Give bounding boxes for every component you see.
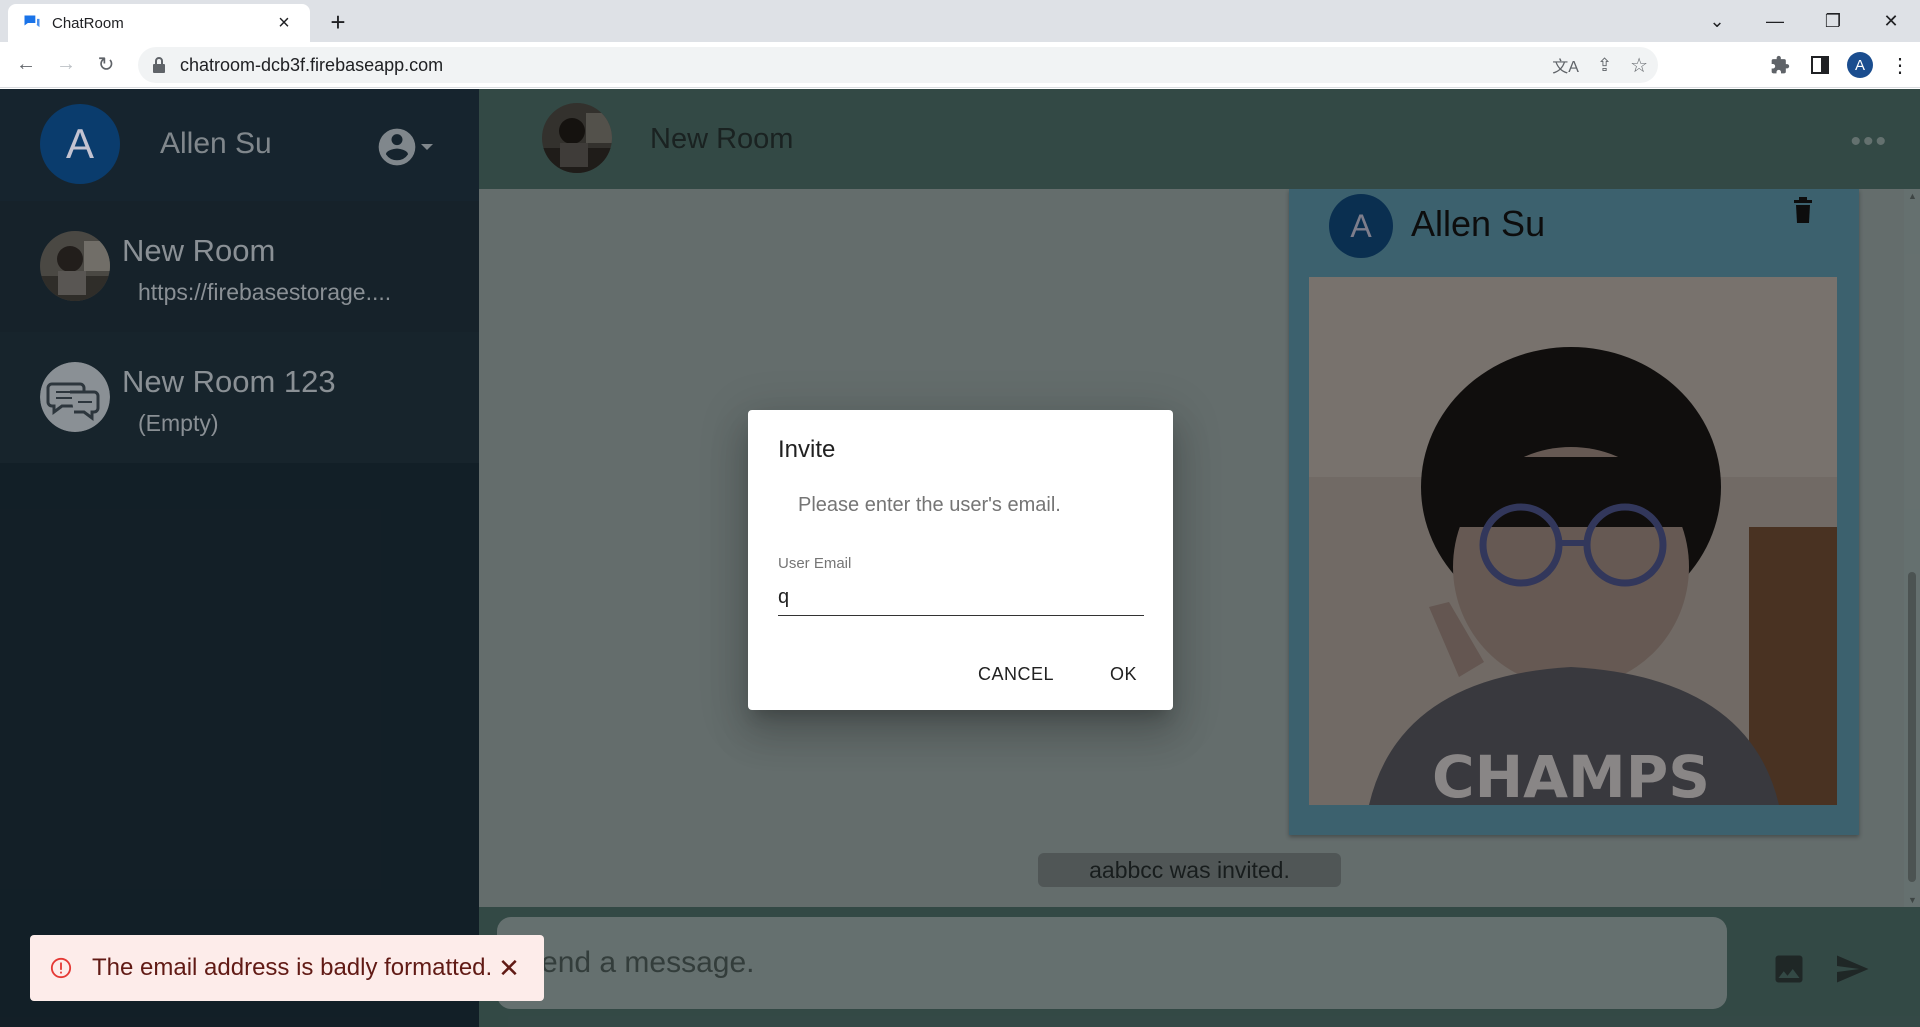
address-bar[interactable]: chatroom-dcb3f.firebaseapp.com 文A ⇪ ☆: [138, 47, 1658, 83]
invite-dialog: Invite Please enter the user's email. Us…: [748, 410, 1173, 710]
bookmark-star-icon[interactable]: ☆: [1630, 53, 1648, 78]
room-item-new-room-123[interactable]: New Room 123 (Empty): [0, 332, 479, 463]
profile-avatar: A: [1847, 52, 1873, 78]
scroll-thumb[interactable]: [1908, 572, 1916, 882]
send-icon[interactable]: [1831, 951, 1873, 987]
sidebar-header: A Allen Su: [0, 89, 479, 201]
tab-close-icon[interactable]: ×: [272, 12, 296, 35]
dialog-description: Please enter the user's email.: [798, 494, 1061, 516]
scroll-down-icon[interactable]: ▼: [1908, 895, 1917, 905]
side-panel-icon[interactable]: [1800, 45, 1840, 85]
message-author-name: Allen Su: [1411, 203, 1546, 244]
browser-menu-icon[interactable]: ⋮: [1880, 45, 1920, 85]
close-window-button[interactable]: ✕: [1862, 0, 1920, 42]
image-upload-icon[interactable]: [1771, 951, 1807, 987]
room-name: New Room: [122, 233, 276, 268]
translate-icon[interactable]: 文A: [1552, 53, 1579, 77]
error-snackbar: The email address is badly formatted. ✕: [30, 935, 544, 1001]
browser-tab-bar: ChatRoom × + ⌄ — ❐ ✕: [0, 0, 1920, 42]
ok-button[interactable]: OK: [1110, 664, 1137, 685]
room-last-message: (Empty): [138, 410, 219, 436]
message-composer: [479, 907, 1920, 1027]
account-circle-icon: [378, 128, 416, 166]
chat-icon: [24, 15, 40, 28]
forward-button[interactable]: →: [46, 45, 86, 85]
message-author-avatar: A: [1329, 194, 1393, 258]
tab-search-icon[interactable]: ⌄: [1688, 0, 1746, 42]
scrollbar[interactable]: ▲ ▼: [1904, 189, 1920, 907]
new-tab-button[interactable]: +: [322, 6, 354, 38]
room-avatar-photo: [40, 231, 110, 301]
message-card: A Allen Su CHAMPS: [1289, 189, 1859, 835]
chat-panel: New Room ••• A Allen Su CHAMPS aabbcc wa…: [479, 89, 1920, 1027]
browser-toolbar: ← → ↻ chatroom-dcb3f.firebaseapp.com 文A …: [0, 42, 1920, 88]
message-input[interactable]: [497, 917, 1727, 1009]
profile-button[interactable]: A: [1840, 45, 1880, 85]
room-avatar-photo: [542, 103, 612, 173]
browser-tab[interactable]: ChatRoom ×: [8, 4, 310, 42]
room-list: New Room https://firebasestorage.... New…: [0, 201, 479, 463]
message-list: A Allen Su CHAMPS aabbcc was invited.: [479, 189, 1904, 907]
sidebar: A Allen Su New Room https://firebasestor…: [0, 89, 479, 1027]
scroll-up-icon[interactable]: ▲: [1908, 191, 1917, 201]
restore-button[interactable]: ❐: [1804, 0, 1862, 42]
account-menu-button[interactable]: [375, 125, 435, 169]
url-text: chatroom-dcb3f.firebaseapp.com: [180, 54, 444, 75]
chat-bubbles-icon: [40, 362, 110, 432]
back-button[interactable]: ←: [6, 45, 46, 85]
snackbar-close-icon[interactable]: ✕: [494, 953, 524, 984]
reload-button[interactable]: ↻: [86, 45, 126, 85]
window-controls: ⌄ — ❐ ✕: [1688, 0, 1920, 42]
share-icon[interactable]: ⇪: [1597, 55, 1612, 76]
room-last-message: https://firebasestorage....: [138, 279, 392, 305]
cancel-button[interactable]: CANCEL: [978, 664, 1054, 685]
more-options-icon[interactable]: •••: [1850, 125, 1888, 159]
shirt-text: CHAMPS: [1432, 743, 1710, 805]
lock-icon: [153, 57, 165, 73]
user-name: Allen Su: [160, 127, 272, 160]
email-field[interactable]: [778, 580, 1144, 616]
caret-down-icon: [421, 144, 433, 150]
room-item-new-room[interactable]: New Room https://firebasestorage....: [0, 201, 479, 332]
extensions-puzzle-icon[interactable]: [1760, 45, 1800, 85]
tab-title: ChatRoom: [52, 14, 124, 32]
delete-trash-icon[interactable]: [1792, 197, 1814, 223]
user-avatar[interactable]: A: [40, 104, 120, 184]
email-field-label: User Email: [778, 555, 852, 572]
chat-room-title: New Room: [650, 123, 794, 155]
message-image[interactable]: CHAMPS: [1309, 277, 1837, 805]
dialog-title: Invite: [778, 436, 836, 463]
room-name: New Room 123: [122, 364, 336, 399]
system-message: aabbcc was invited.: [1038, 853, 1341, 887]
snackbar-message: The email address is badly formatted.: [92, 954, 493, 981]
error-icon: [50, 957, 72, 979]
chat-header: New Room •••: [479, 89, 1920, 189]
minimize-button[interactable]: —: [1746, 0, 1804, 42]
